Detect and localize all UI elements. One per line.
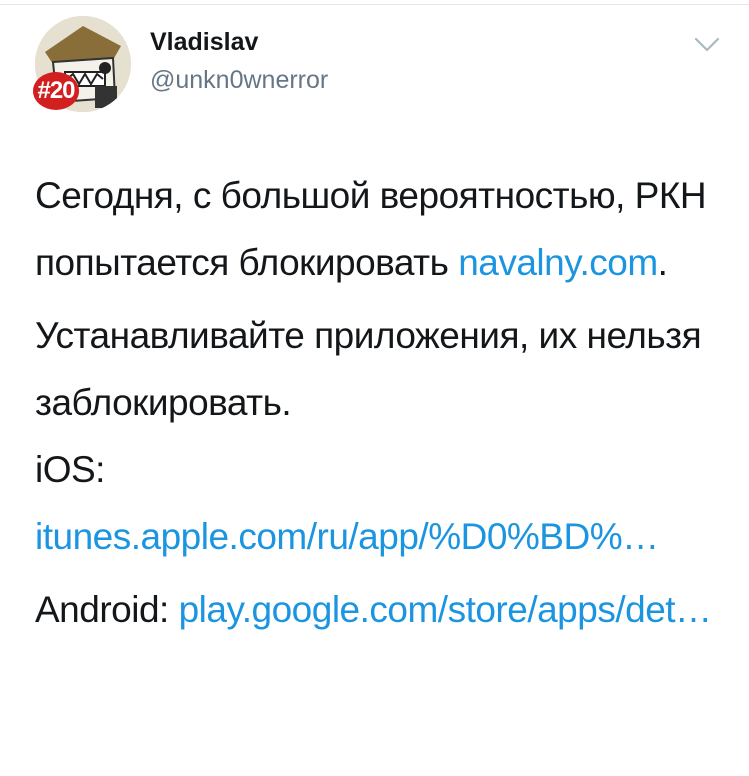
tweet-paragraph-2: Устанавливайте приложения, их нельзя заб… [35,302,725,570]
chevron-down-icon[interactable] [694,36,720,54]
top-divider [0,4,749,5]
ios-label: iOS: [35,449,105,490]
ios-link[interactable]: itunes.apple.com/ru/app/%D0%BD%… [35,516,659,557]
tweet-paragraph-1: Сегодня, с большой вероятностью, РКН поп… [35,162,725,296]
android-label: Android: [35,589,179,630]
author-handle[interactable]: @unkn0wnerror [150,66,328,95]
tweet-text: Сегодня, с большой вероятностью, РКН поп… [35,162,725,643]
tweet-paragraph-3: Android: play.google.com/store/apps/det… [35,576,725,643]
android-link[interactable]: play.google.com/store/apps/det… [179,589,712,630]
navalny-link[interactable]: navalny.com [458,242,658,283]
tweet-text-segment: Устанавливайте приложения, их нельзя заб… [35,315,702,423]
avatar-badge: #20 [33,72,79,110]
tweet-text-segment: . [657,242,668,283]
author-name[interactable]: Vladislav [150,28,258,57]
